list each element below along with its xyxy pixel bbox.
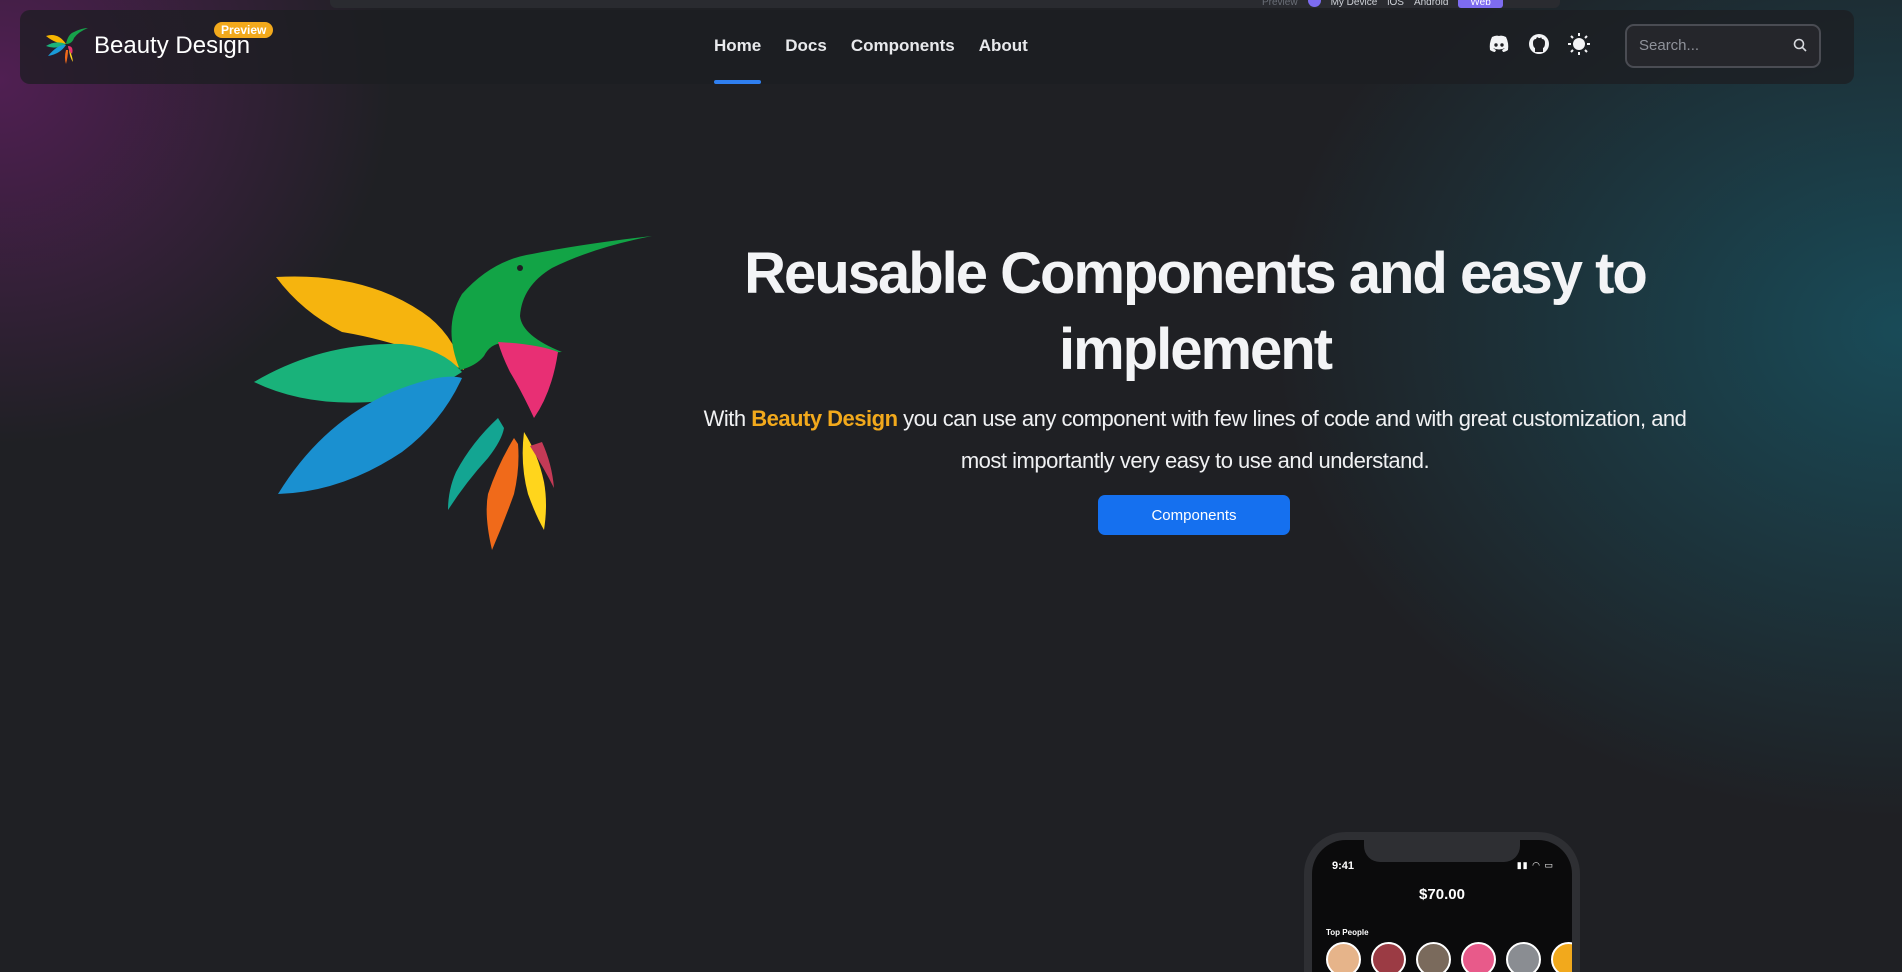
phone-status-icons: ▮▮ ◠ ▭ [1516,860,1554,870]
avatar [1551,942,1572,972]
device-option-ios[interactable]: iOS [1387,0,1404,8]
avatar [1506,942,1541,972]
search-box [1625,24,1821,68]
phone-time: 9:41 [1332,860,1355,872]
nav-components[interactable]: Components [851,36,955,84]
device-option-my-device[interactable]: My Device [1331,0,1378,8]
nav-docs[interactable]: Docs [785,36,827,84]
hero-subtitle-prefix: With [703,406,752,431]
github-icon[interactable] [1528,33,1550,55]
phone-amount: $70.00 [1419,886,1465,903]
avatar [1326,942,1361,972]
phone-notch [1364,840,1520,862]
main-nav: Home Docs Components About [714,36,1028,84]
hummingbird-hero-illustration [254,236,652,550]
header-actions [1488,33,1590,55]
preview-label: Preview [1262,0,1298,8]
theme-toggle-icon[interactable] [1568,33,1590,55]
search-input[interactable] [1639,37,1789,54]
search-icon[interactable] [1793,38,1807,57]
discord-icon[interactable] [1488,33,1510,55]
components-cta-button[interactable]: Components [1098,495,1290,535]
device-selector: Preview My Device iOS Android Web [1262,0,1503,8]
top-navbar: Beauty Design Preview Home Docs Componen… [20,10,1854,84]
hero-subtitle: With Beauty Design you can use any compo… [700,398,1690,482]
phone-avatar-row [1326,942,1572,972]
device-option-web[interactable]: Web [1458,0,1503,8]
nav-home[interactable]: Home [714,36,762,84]
avatar [1416,942,1451,972]
hummingbird-logo-icon [46,28,88,64]
hero-brand-highlight: Beauty Design [751,406,898,431]
device-option-android[interactable]: Android [1414,0,1448,8]
phone-screen: 9:41 ▮▮ ◠ ▭ $70.00 Top People [1312,840,1572,972]
avatar [1371,942,1406,972]
nav-about[interactable]: About [979,36,1028,84]
hero-subtitle-rest: you can use any component with few lines… [897,406,1687,473]
avatar [1461,942,1496,972]
preview-badge: Preview [214,22,274,38]
hero-title: Reusable Components and easy to implemen… [744,241,1648,382]
phone-section-title: Top People [1326,928,1369,937]
phone-mockup: 9:41 ▮▮ ◠ ▭ $70.00 Top People [1304,832,1580,972]
device-color-dot[interactable] [1307,0,1321,7]
